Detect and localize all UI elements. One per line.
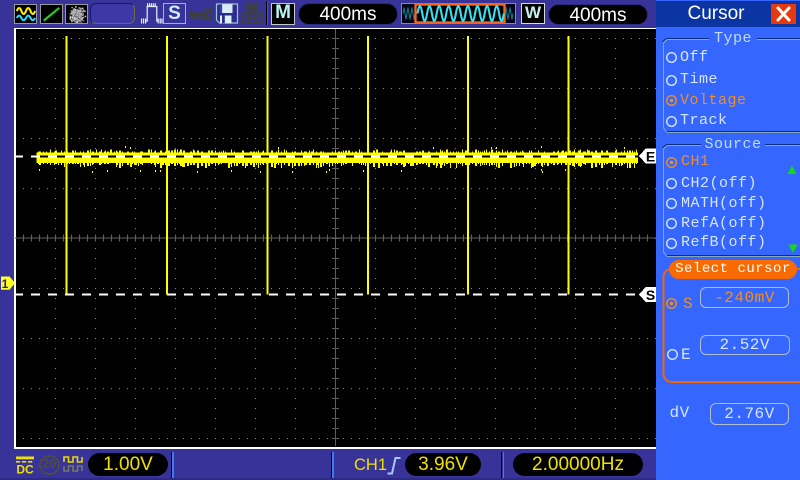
svg-text:DC: DC (16, 463, 34, 476)
svg-text:1: 1 (2, 277, 9, 291)
svg-text:E: E (646, 149, 655, 165)
svg-text:S: S (646, 287, 655, 303)
